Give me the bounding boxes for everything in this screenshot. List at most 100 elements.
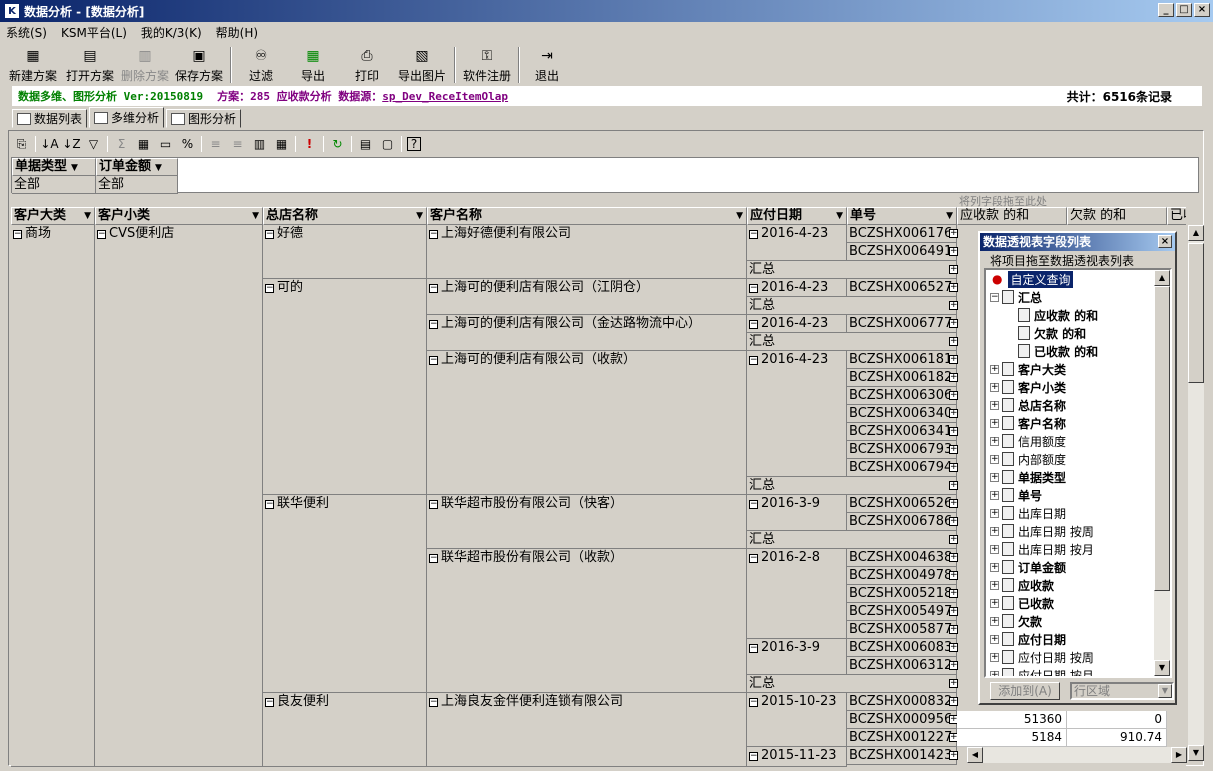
expand-icon[interactable]: + — [949, 463, 958, 472]
field-item[interactable]: + 应付日期 按月 — [990, 666, 1094, 676]
collapse-icon[interactable]: − — [749, 752, 758, 761]
expand-icon[interactable]: + — [990, 598, 999, 608]
export-image-button[interactable]: ▧ 导出图片 — [394, 45, 450, 85]
collapse-icon[interactable]: − — [749, 644, 758, 653]
expand-icon[interactable]: + — [949, 697, 958, 706]
sort-asc-icon[interactable]: ↓A — [40, 136, 58, 153]
field-item[interactable]: + 出库日期 按月 — [990, 540, 1094, 558]
expand-icon[interactable]: + — [990, 508, 999, 518]
row-cell-store[interactable]: − 良友便利 — [263, 693, 427, 767]
indent-icon[interactable]: ≡ — [207, 136, 224, 153]
order-number-cell[interactable]: BCZSHX001423 — [847, 747, 957, 765]
vertical-scrollbar[interactable]: ▲ ▼ — [1188, 225, 1204, 761]
collapse-icon[interactable]: − — [749, 284, 758, 293]
collapse-icon[interactable]: − — [749, 356, 758, 365]
collapse-icon[interactable]: − — [429, 500, 438, 509]
field-item[interactable]: 欠款 的和 — [1018, 324, 1086, 342]
menu-help[interactable]: 帮助(H) — [216, 24, 258, 41]
row-cell-date[interactable]: −2016-2-8 — [747, 549, 847, 639]
exit-button[interactable]: ⇥ 退出 — [524, 45, 570, 85]
expand-icon[interactable]: + — [949, 589, 958, 598]
row-cell-store[interactable]: − 好德 — [263, 225, 427, 279]
expand-icon[interactable]: + — [990, 634, 999, 644]
collapse-icon[interactable]: − — [749, 320, 758, 329]
expand-icon[interactable]: + — [990, 364, 999, 374]
expand-icon[interactable]: + — [949, 499, 958, 508]
expand-icon[interactable]: + — [990, 400, 999, 410]
collapse-icon[interactable]: − — [97, 230, 106, 239]
sort-desc-icon[interactable]: ↓Z — [62, 136, 80, 153]
scroll-left-icon[interactable]: ◀ — [967, 747, 983, 763]
field-item[interactable]: + 总店名称 — [990, 396, 1066, 414]
expand-icon[interactable]: + — [949, 355, 958, 364]
field-item[interactable]: + 已收款 — [990, 594, 1054, 612]
expand-icon[interactable]: + — [949, 625, 958, 634]
expand-icon[interactable]: + — [949, 319, 958, 328]
expand-icon[interactable]: + — [990, 616, 999, 626]
expand-icon[interactable]: + — [990, 580, 999, 590]
expand-icon[interactable]: + — [990, 526, 999, 536]
field-list-icon[interactable]: ▤ — [357, 136, 374, 153]
order-number-cell[interactable]: BCZSHX006312 — [847, 657, 957, 675]
row-cell-date[interactable]: −2016-4-23 — [747, 351, 847, 477]
collapse-icon[interactable]: − — [265, 230, 274, 239]
order-number-cell[interactable]: BCZSHX006777 — [847, 315, 957, 333]
row-cell-customer[interactable]: − 上海好德便利有限公司 — [427, 225, 747, 279]
collapse-icon[interactable]: − — [749, 698, 758, 707]
order-number-cell[interactable]: BCZSHX005877 — [847, 621, 957, 639]
scroll-thumb[interactable] — [1188, 243, 1204, 383]
expand-icon[interactable]: + — [949, 229, 958, 238]
expand-icon[interactable]: + — [949, 481, 958, 490]
order-number-cell[interactable]: BCZSHX006176 — [847, 225, 957, 243]
order-number-cell[interactable]: BCZSHX006306 — [847, 387, 957, 405]
row-header-subcategory[interactable]: 客户小类 ▼ — [95, 207, 263, 225]
collapse-icon[interactable]: − — [429, 554, 438, 563]
order-number-cell[interactable]: BCZSHX006083 — [847, 639, 957, 657]
collapse-icon[interactable]: − — [13, 230, 22, 239]
copy-icon[interactable]: ⎘ — [13, 136, 30, 153]
row-cell-date[interactable]: −2016-3-9 — [747, 495, 847, 531]
order-number-cell[interactable]: BCZSHX006793 — [847, 441, 957, 459]
minimize-button[interactable]: _ — [1158, 3, 1174, 17]
row-header-customer[interactable]: 客户名称 ▼ — [427, 207, 747, 225]
row-header-category[interactable]: 客户大类 ▼ — [11, 207, 95, 225]
outdent-icon[interactable]: ≡ — [229, 136, 246, 153]
filter-button[interactable]: ♾ 过滤 — [236, 45, 286, 85]
order-number-cell[interactable]: BCZSHX006794 — [847, 459, 957, 477]
expand-icon[interactable]: + — [990, 436, 999, 446]
scroll-down-icon[interactable]: ▼ — [1154, 660, 1170, 676]
scroll-down-icon[interactable]: ▼ — [1188, 745, 1204, 761]
add-to-button[interactable]: 添加到(A) — [990, 682, 1060, 700]
expand-icon[interactable]: + — [990, 652, 999, 662]
collapse-icon[interactable]: − — [265, 500, 274, 509]
field-item[interactable]: + 单号 — [990, 486, 1042, 504]
row-cell-date[interactable]: −2016-4-23 — [747, 279, 847, 297]
field-item[interactable]: + 客户小类 — [990, 378, 1066, 396]
collapse-icon[interactable]: − — [749, 500, 758, 509]
row-header-store[interactable]: 总店名称 ▼ — [263, 207, 427, 225]
order-number-cell[interactable]: BCZSHX006491 — [847, 243, 957, 261]
order-number-cell[interactable]: BCZSHX004638 — [847, 549, 957, 567]
row-cell-customer[interactable]: − 联华超市股份有限公司（收款） — [427, 549, 747, 693]
row-cell-store[interactable]: − 可的 — [263, 279, 427, 495]
data-header-owed[interactable]: 欠款 的和 — [1067, 207, 1167, 225]
expand-icon[interactable]: + — [949, 643, 958, 652]
expand-icon[interactable]: + — [949, 247, 958, 256]
tab-chart[interactable]: 图形分析 — [166, 109, 242, 128]
percent-icon[interactable]: % — [179, 136, 196, 153]
field-item[interactable]: + 单据类型 — [990, 468, 1066, 486]
field-item[interactable]: + 内部额度 — [990, 450, 1066, 468]
expand-icon[interactable]: + — [949, 265, 958, 274]
order-number-cell[interactable]: BCZSHX006526 — [847, 495, 957, 513]
field-item[interactable]: + 应收款 — [990, 576, 1054, 594]
expand-icon[interactable]: + — [949, 409, 958, 418]
expand-icon[interactable]: + — [990, 418, 999, 428]
order-number-cell[interactable]: BCZSHX006786 — [847, 513, 957, 531]
menu-myk3[interactable]: 我的K/3(K) — [141, 24, 202, 41]
panel-close-icon[interactable]: × — [1158, 235, 1172, 248]
register-button[interactable]: ⚿ 软件注册 — [460, 45, 514, 85]
expand-icon[interactable]: + — [949, 553, 958, 562]
row-cell-date[interactable]: −2015-10-23 — [747, 693, 847, 747]
expand-icon[interactable]: + — [949, 283, 958, 292]
tree-scrollbar[interactable]: ▲ ▼ — [1154, 270, 1170, 676]
